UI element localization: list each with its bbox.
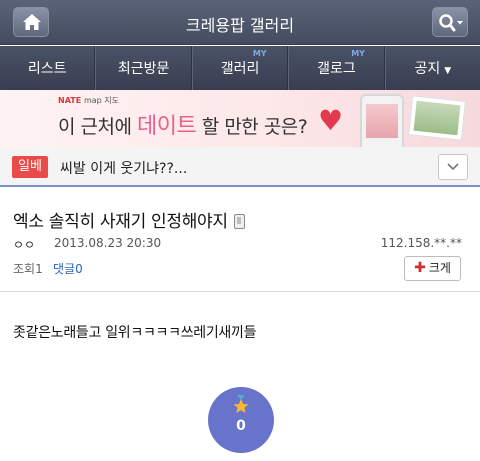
my-badge: MY (351, 49, 365, 58)
heart-icon: ♥ (318, 104, 344, 137)
caret-down-icon: ▼ (444, 66, 452, 76)
recommend-count: 0 (236, 418, 246, 434)
font-size-label: 크게 (428, 261, 451, 275)
banner-text-after: 할 만한 곳은? (201, 116, 308, 138)
post-title-text: 엑소 솔직히 사재기 인정해야지 (13, 212, 228, 232)
notice-badge: 일베 (12, 156, 48, 178)
chevron-down-icon (447, 163, 459, 171)
page-title: 크레용팝 갤러리 (185, 16, 295, 35)
ad-banner[interactable]: NATE map 지도 이 근처에 데이트 할 만한 곳은? ♥ (0, 90, 480, 147)
main-nav: 리스트 최근방문 MY 갤러리 MY 갤로그 공지 ▼ (0, 46, 480, 90)
nav-item-label: 공지 (414, 61, 441, 77)
nav-item-my-gallery[interactable]: MY 갤러리 (191, 46, 289, 90)
post-ip: 112.158.**.** (380, 236, 462, 250)
chevron-down-icon (457, 21, 463, 25)
nav-item-recent[interactable]: 최근방문 (95, 46, 192, 90)
comments-link[interactable]: 댓글0 (53, 260, 83, 277)
search-button[interactable] (432, 7, 468, 37)
nav-item-notice[interactable]: 공지 ▼ (384, 46, 480, 90)
post-body: 좃같은노래들고 일위ㅋㅋㅋㅋ쓰레기새끼들 (13, 325, 257, 341)
search-icon (439, 14, 463, 32)
banner-headline: 이 근처에 데이트 할 만한 곳은? (58, 108, 308, 140)
plus-icon: ✚ (414, 260, 426, 276)
phone-illustration (360, 94, 404, 147)
post-date: 2013.08.23 20:30 (54, 236, 162, 250)
nav-item-label: 최근방문 (117, 61, 170, 77)
recommend-button[interactable]: 0 (208, 387, 274, 453)
notice-expand-button[interactable] (438, 154, 468, 180)
font-size-button[interactable]: ✚ 크게 (404, 256, 461, 281)
my-badge: MY (252, 49, 267, 58)
banner-brand-name: NATE (58, 96, 82, 105)
banner-brand: NATE map 지도 (58, 95, 119, 106)
divider (0, 291, 480, 292)
view-count: 조회1 (13, 262, 43, 276)
photo-illustration (408, 95, 466, 141)
notice-bar[interactable]: 일베 씨발 이게 웃기냐??... (0, 147, 480, 187)
nav-item-label: 갤로그 (317, 61, 356, 77)
star-medal-icon (233, 395, 249, 413)
banner-brand-sub: map 지도 (83, 96, 120, 105)
nav-item-list[interactable]: 리스트 (0, 46, 96, 90)
mobile-icon (233, 214, 245, 229)
banner-text-before: 이 근처에 (58, 116, 132, 138)
nav-item-label: 갤러리 (220, 61, 260, 77)
nav-item-label: 리스트 (27, 61, 67, 77)
banner-text-highlight: 데이트 (137, 114, 197, 139)
top-bar: 크레용팝 갤러리 (0, 0, 480, 45)
post-author[interactable]: ㅇㅇ (13, 236, 35, 253)
post-title: 엑소 솔직히 사재기 인정해야지 (13, 207, 245, 232)
nav-item-my-gallog[interactable]: MY 갤로그 (288, 46, 385, 90)
notice-text[interactable]: 씨발 이게 웃기냐??... (60, 158, 187, 178)
